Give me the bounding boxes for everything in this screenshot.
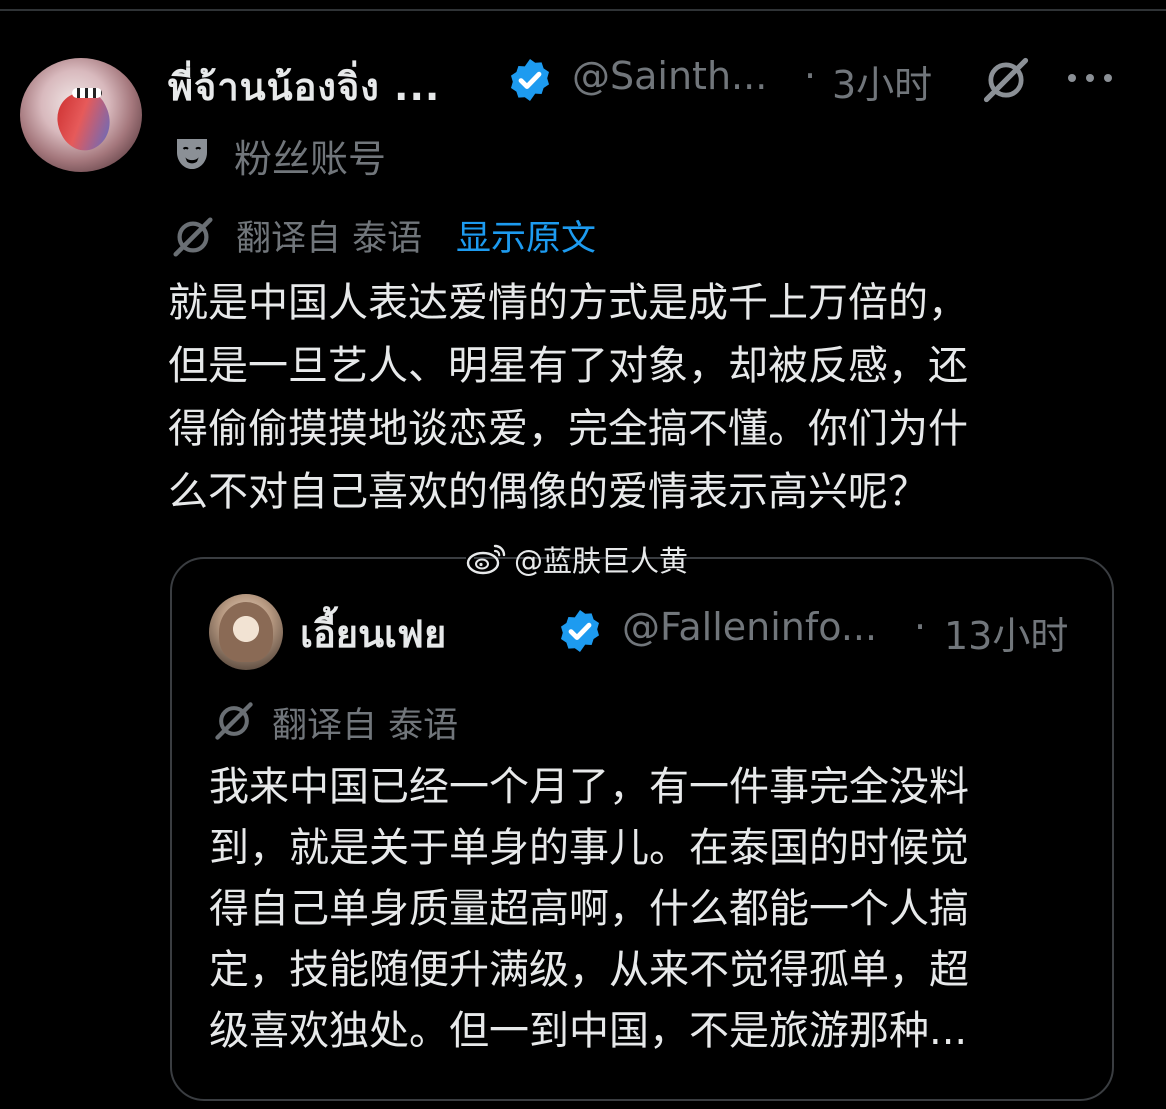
quoted-handle[interactable]: @Falleninfo... <box>622 605 877 649</box>
timestamp[interactable]: 3小时 <box>832 54 932 109</box>
translate-icon <box>173 217 213 257</box>
separator-dot: · <box>804 54 817 98</box>
quoted-tweet-text: 我来中国已经一个月了，有一件事完全没料 到，就是关于单身的事儿。在泰国的时候觉 … <box>209 764 969 1054</box>
handle[interactable]: @Sainth... <box>572 54 767 98</box>
translation-row: 翻译自 泰语 显示原文 <box>170 210 770 260</box>
weibo-icon <box>466 544 506 575</box>
quoted-separator-dot: · <box>914 605 927 649</box>
display-name[interactable]: พี่จ้านน้องจิ่ง ... <box>168 56 440 117</box>
quoted-verified-badge-icon <box>561 610 599 652</box>
quoted-display-name[interactable]: เอี้ยนเฟย <box>300 603 446 664</box>
tweet-text: 就是中国人表达爱情的方式是成千上万倍的， 但是一旦艺人、明星有了对象，却被反感，… <box>168 280 968 515</box>
quoted-translated-from-label: 翻译自 泰语 <box>272 706 459 746</box>
quoted-timestamp[interactable]: 13小时 <box>944 605 1068 660</box>
quoted-tweet-card[interactable]: เอี้ยนเฟย @Falleninfo... · 13小时 翻译自 泰语 我… <box>170 557 1114 1101</box>
theater-mask-icon <box>177 139 207 169</box>
top-divider <box>0 9 1166 11</box>
quoted-avatar-portrait <box>219 602 273 662</box>
more-icon[interactable] <box>1064 68 1116 88</box>
verified-badge-icon[interactable] <box>506 56 554 104</box>
tweet-header: พี่จ้านน้องจิ่ง ... @Sainth... · 3小时 <box>168 52 1128 109</box>
avatar-crown <box>72 88 102 98</box>
grok-icon[interactable] <box>980 54 1032 106</box>
quoted-avatar[interactable] <box>209 594 283 670</box>
quoted-translate-icon <box>215 702 253 740</box>
watermark: @蓝肤巨人黄 <box>466 538 688 578</box>
translated-from-label: 翻译自 泰语 <box>236 219 423 259</box>
show-original-link[interactable]: 显示原文 <box>456 210 596 261</box>
fan-account-label: 粉丝账号 <box>234 137 387 181</box>
avatar[interactable] <box>20 58 142 172</box>
watermark-text: @蓝肤巨人黄 <box>514 544 689 578</box>
